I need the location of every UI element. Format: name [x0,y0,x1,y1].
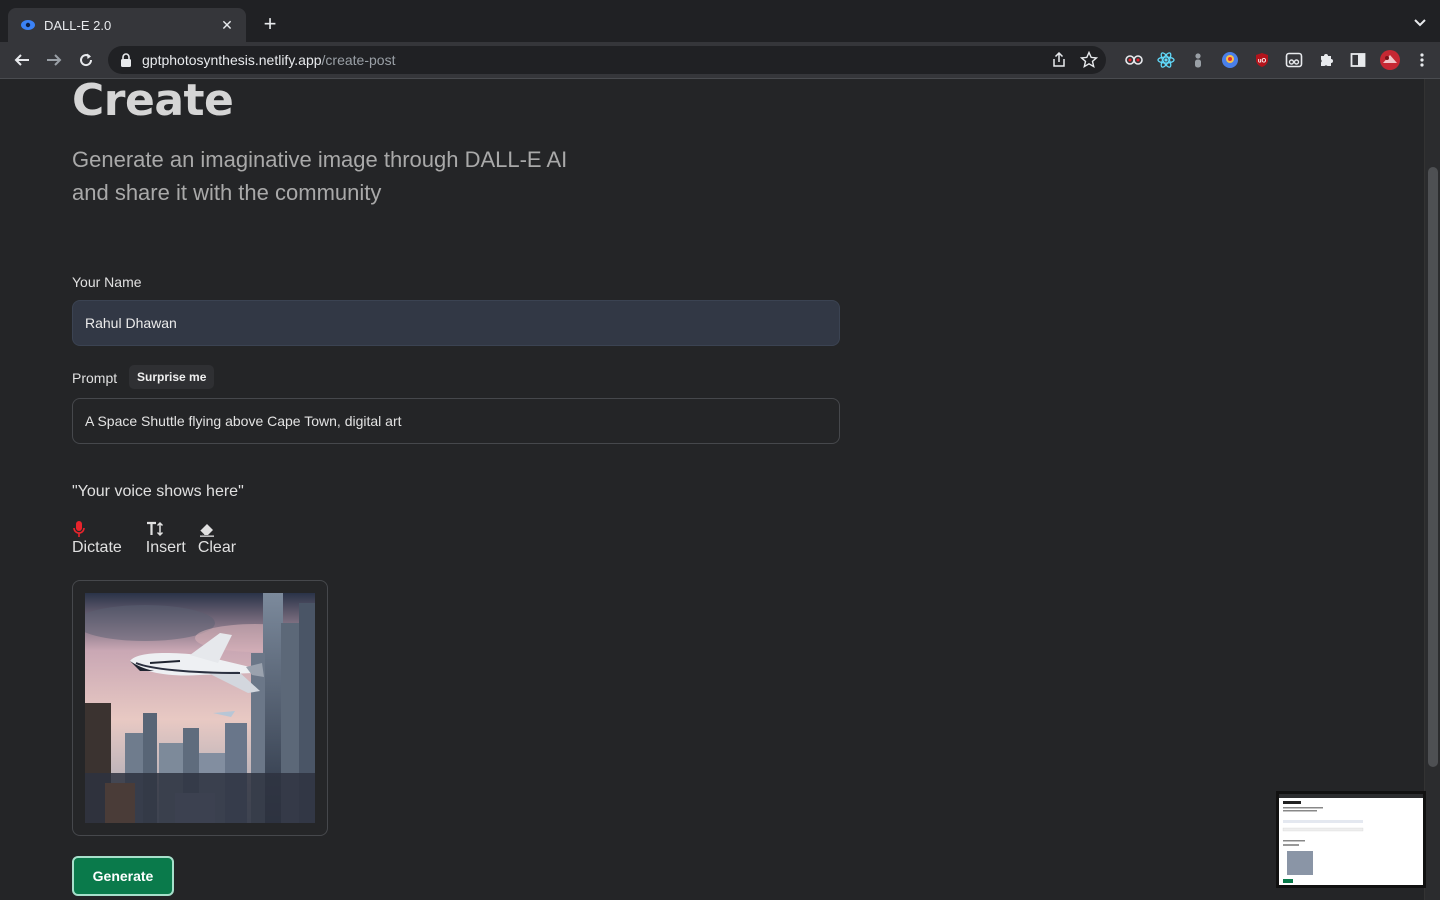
frame-extension-icon[interactable] [1278,46,1310,74]
clear-label: Clear [197,539,237,556]
tab-strip: DALL-E 2.0 ✕ + [0,0,1440,42]
scrollbar-thumb[interactable] [1428,167,1438,767]
browser-tab[interactable]: DALL-E 2.0 ✕ [8,8,246,42]
browser-toolbar: gptphotosynthesis.netlify.app/create-pos… [0,42,1440,78]
svg-text:uO: uO [1258,59,1267,65]
puzzle-icon[interactable] [1310,46,1342,74]
microphone-icon [72,519,86,539]
lock-icon [120,53,132,67]
page-subtitle: Generate an imaginative image through DA… [72,147,568,205]
voice-controls: Dictate Insert Clear [72,519,248,557]
person-extension-icon[interactable] [1182,46,1214,74]
clear-button[interactable]: Clear [198,519,236,557]
eraser-icon [198,519,216,539]
page-title: Create [72,79,234,126]
dictate-label: Dictate [72,539,122,556]
surprise-me-button[interactable]: Surprise me [129,365,215,389]
bookmark-star-icon[interactable] [1079,50,1099,74]
extensions-area: uO [1118,46,1438,74]
ublock-icon[interactable]: uO [1246,46,1278,74]
side-panel-icon[interactable] [1342,46,1374,74]
name-label: Your Name [72,274,142,290]
image-preview-frame [72,580,328,836]
openai-favicon-icon [20,17,36,33]
url-path: /create-post [321,52,396,68]
chevron-down-icon[interactable] [1412,14,1428,30]
page-scrollbar[interactable] [1424,79,1440,900]
tab-title: DALL-E 2.0 [44,17,112,33]
new-tab-icon[interactable]: + [259,13,281,35]
address-bar[interactable]: gptphotosynthesis.netlify.app/create-pos… [108,46,1106,74]
profile-avatar[interactable] [1374,46,1406,74]
url-host: gptphotosynthesis.netlify.app [142,52,322,68]
page-viewport: Create Generate an imaginative image thr… [0,79,1424,900]
dictate-button[interactable]: Dictate [72,519,122,557]
insert-button[interactable]: Insert [146,519,186,557]
share-icon[interactable] [1052,51,1066,73]
name-input[interactable]: Rahul Dhawan [72,300,840,346]
prompt-input[interactable]: A Space Shuttle flying above Cape Town, … [72,398,840,444]
glasses-extension-icon[interactable] [1118,46,1150,74]
insert-label: Insert [145,539,186,556]
more-menu-icon[interactable] [1406,46,1438,74]
back-arrow-icon[interactable] [6,46,38,74]
generated-image [85,593,315,823]
generate-button[interactable]: Generate [72,856,174,896]
reload-icon[interactable] [70,46,102,74]
forward-arrow-icon[interactable] [38,46,70,74]
text-height-icon [146,519,164,539]
voice-transcript: "Your voice shows here" [72,483,244,500]
screenshot-thumbnail[interactable] [1276,791,1426,888]
prompt-label: Prompt [72,370,118,386]
react-devtools-icon[interactable] [1150,46,1182,74]
shield-extension-icon[interactable] [1214,46,1246,74]
close-tab-icon[interactable]: ✕ [218,16,236,34]
